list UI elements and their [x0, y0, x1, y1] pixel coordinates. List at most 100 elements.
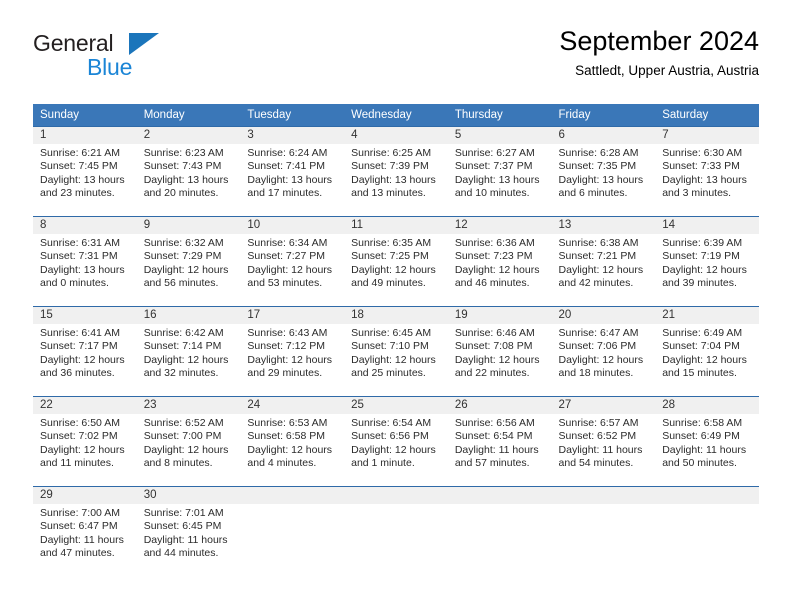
- day-details: Sunrise: 6:58 AM Sunset: 6:49 PM Daylight:…: [655, 414, 759, 470]
- sunset-text: Sunset: 6:58 PM: [247, 430, 326, 443]
- calendar-day-cell[interactable]: 22 Sunrise: 6:50 AM Sunset: 7:02 PM Dayligh…: [33, 396, 137, 487]
- sunrise-text: Sunrise: 6:36 AM: [454, 237, 535, 249]
- day-details: Sunrise: 6:52 AM Sunset: 7:00 PM Daylight:…: [137, 414, 241, 470]
- daylight-text: Daylight: 13 hours and 23 minutes.: [40, 173, 125, 199]
- calendar-day-cell[interactable]: 28 Sunrise: 6:58 AM Sunset: 6:49 PM Dayligh…: [655, 396, 759, 487]
- day-details: Sunrise: 6:35 AM Sunset: 7:25 PM Daylight:…: [344, 234, 448, 290]
- calendar-day-cell[interactable]: 10 Sunrise: 6:34 AM Sunset: 7:27 PM Dayligh…: [240, 216, 345, 307]
- calendar-day-cell[interactable]: 7 Sunrise: 6:30 AM Sunset: 7:33 PM Daylight…: [655, 126, 759, 217]
- calendar-day-cell[interactable]: 11 Sunrise: 6:35 AM Sunset: 7:25 PM Dayligh…: [344, 216, 448, 307]
- sunset-text: Sunset: 7:14 PM: [143, 340, 222, 353]
- day-cell-inner: 7 Sunrise: 6:30 AM Sunset: 7:33 PM Daylight…: [655, 127, 759, 216]
- calendar-day-cell[interactable]: 23 Sunrise: 6:52 AM Sunset: 7:00 PM Dayligh…: [136, 396, 241, 487]
- day-details: Sunrise: 6:28 AM Sunset: 7:35 PM Daylight:…: [552, 144, 656, 200]
- calendar-day-cell[interactable]: 19 Sunrise: 6:46 AM Sunset: 7:08 PM Dayligh…: [447, 306, 552, 397]
- calendar-day-cell[interactable]: 4 Sunrise: 6:25 AM Sunset: 7:39 PM Daylight…: [344, 126, 448, 217]
- sunset-text: Sunset: 6:49 PM: [662, 430, 740, 443]
- calendar-day-cell[interactable]: 29 Sunrise: 7:00 AM Sunset: 6:47 PM Dayligh…: [33, 486, 137, 576]
- calendar-day-cell[interactable]: 25 Sunrise: 6:54 AM Sunset: 6:56 PM Dayligh…: [344, 396, 448, 487]
- sunrise-text: Sunrise: 6:53 AM: [247, 417, 328, 429]
- daylight-text: Daylight: 13 hours and 6 minutes.: [558, 173, 644, 199]
- calendar-day-cell[interactable]: 15 Sunrise: 6:41 AM Sunset: 7:17 PM Dayligh…: [33, 306, 137, 397]
- day-cell-inner: [447, 487, 552, 576]
- sunset-text: Sunset: 7:33 PM: [662, 160, 740, 173]
- sunrise-text: Sunrise: 6:42 AM: [143, 327, 224, 339]
- day-number: 25: [344, 397, 448, 414]
- day-cell-inner: 24 Sunrise: 6:53 AM Sunset: 6:58 PM Dayligh…: [240, 397, 345, 486]
- daylight-text: Daylight: 12 hours and 15 minutes.: [662, 353, 747, 379]
- day-number: 14: [655, 217, 759, 234]
- daylight-text: Daylight: 11 hours and 50 minutes.: [662, 443, 747, 469]
- calendar-day-cell[interactable]: 24 Sunrise: 6:53 AM Sunset: 6:58 PM Dayligh…: [240, 396, 345, 487]
- calendar-day-cell[interactable]: 5 Sunrise: 6:27 AM Sunset: 7:37 PM Daylight…: [447, 126, 552, 217]
- daylight-text: Daylight: 12 hours and 56 minutes.: [143, 263, 229, 289]
- calendar-day-cell[interactable]: 18 Sunrise: 6:45 AM Sunset: 7:10 PM Dayligh…: [344, 306, 448, 397]
- sunset-text: Sunset: 7:39 PM: [351, 160, 429, 173]
- calendar-day-cell[interactable]: [344, 486, 448, 576]
- daylight-text: Daylight: 12 hours and 25 minutes.: [351, 353, 436, 379]
- day-cell-inner: 15 Sunrise: 6:41 AM Sunset: 7:17 PM Dayligh…: [33, 307, 137, 396]
- calendar-day-cell[interactable]: 12 Sunrise: 6:36 AM Sunset: 7:23 PM Dayligh…: [447, 216, 552, 307]
- day-number: 3: [240, 127, 345, 144]
- calendar-day-cell[interactable]: 20 Sunrise: 6:47 AM Sunset: 7:06 PM Dayligh…: [551, 306, 656, 397]
- calendar-day-cell[interactable]: [655, 486, 759, 576]
- calendar-day-cell[interactable]: 17 Sunrise: 6:43 AM Sunset: 7:12 PM Dayligh…: [240, 306, 345, 397]
- calendar-day-cell[interactable]: 13 Sunrise: 6:38 AM Sunset: 7:21 PM Dayligh…: [551, 216, 656, 307]
- day-number: 11: [344, 217, 448, 234]
- day-cell-inner: [240, 487, 345, 576]
- day-number: [655, 487, 759, 504]
- day-details: Sunrise: 6:47 AM Sunset: 7:06 PM Daylight:…: [552, 324, 656, 380]
- general-blue-logo[interactable]: General Blue: [33, 30, 223, 90]
- day-details: [552, 504, 656, 507]
- day-number: 4: [344, 127, 448, 144]
- sunset-text: Sunset: 7:17 PM: [40, 340, 118, 353]
- calendar-day-cell[interactable]: [240, 486, 345, 576]
- day-cell-inner: 11 Sunrise: 6:35 AM Sunset: 7:25 PM Dayligh…: [344, 217, 448, 306]
- sunset-text: Sunset: 7:23 PM: [454, 250, 533, 263]
- calendar-day-cell[interactable]: 2 Sunrise: 6:23 AM Sunset: 7:43 PM Daylight…: [136, 126, 241, 217]
- sunrise-text: Sunrise: 6:27 AM: [454, 147, 535, 159]
- sunrise-text: Sunrise: 6:58 AM: [662, 417, 743, 429]
- day-cell-inner: 2 Sunrise: 6:23 AM Sunset: 7:43 PM Daylight…: [136, 127, 241, 216]
- daylight-text: Daylight: 13 hours and 0 minutes.: [40, 263, 125, 289]
- day-number: 20: [551, 307, 656, 324]
- daylight-text: Daylight: 12 hours and 32 minutes.: [143, 353, 229, 379]
- day-details: [448, 504, 552, 507]
- sunset-text: Sunset: 7:10 PM: [351, 340, 429, 353]
- calendar-week-row: 29 Sunrise: 7:00 AM Sunset: 6:47 PM Dayligh…: [33, 486, 759, 576]
- page-subtitle: Sattledt, Upper Austria, Austria: [575, 63, 759, 78]
- sunset-text: Sunset: 7:41 PM: [247, 160, 326, 173]
- calendar-day-cell[interactable]: 8 Sunrise: 6:31 AM Sunset: 7:31 PM Daylight…: [33, 216, 137, 307]
- sunrise-text: Sunrise: 6:57 AM: [558, 417, 639, 429]
- calendar-day-cell[interactable]: 16 Sunrise: 6:42 AM Sunset: 7:14 PM Dayligh…: [136, 306, 241, 397]
- calendar-page: General Blue September 2024 Sattledt, Up…: [0, 0, 792, 612]
- calendar-week-row: 15 Sunrise: 6:41 AM Sunset: 7:17 PM Dayligh…: [33, 306, 759, 397]
- day-cell-inner: 22 Sunrise: 6:50 AM Sunset: 7:02 PM Dayligh…: [33, 397, 137, 486]
- calendar-day-cell[interactable]: 14 Sunrise: 6:39 AM Sunset: 7:19 PM Dayligh…: [655, 216, 759, 307]
- day-cell-inner: [655, 487, 759, 576]
- calendar-day-cell[interactable]: 21 Sunrise: 6:49 AM Sunset: 7:04 PM Dayligh…: [655, 306, 759, 397]
- day-cell-inner: 23 Sunrise: 6:52 AM Sunset: 7:00 PM Dayligh…: [136, 397, 241, 486]
- sunrise-text: Sunrise: 6:38 AM: [558, 237, 639, 249]
- day-cell-inner: 17 Sunrise: 6:43 AM Sunset: 7:12 PM Dayligh…: [240, 307, 345, 396]
- day-details: Sunrise: 6:53 AM Sunset: 6:58 PM Daylight:…: [240, 414, 344, 470]
- sunrise-text: Sunrise: 6:39 AM: [662, 237, 743, 249]
- day-cell-inner: 10 Sunrise: 6:34 AM Sunset: 7:27 PM Dayligh…: [240, 217, 345, 306]
- day-cell-inner: 19 Sunrise: 6:46 AM Sunset: 7:08 PM Dayligh…: [447, 307, 552, 396]
- calendar-day-cell[interactable]: 27 Sunrise: 6:57 AM Sunset: 6:52 PM Dayligh…: [551, 396, 656, 487]
- calendar-day-cell[interactable]: 30 Sunrise: 7:01 AM Sunset: 6:45 PM Dayligh…: [136, 486, 241, 576]
- day-cell-inner: 14 Sunrise: 6:39 AM Sunset: 7:19 PM Dayligh…: [655, 217, 759, 306]
- sunset-text: Sunset: 7:08 PM: [454, 340, 533, 353]
- calendar-day-cell[interactable]: 26 Sunrise: 6:56 AM Sunset: 6:54 PM Dayligh…: [447, 396, 552, 487]
- sunrise-text: Sunrise: 6:41 AM: [40, 327, 120, 339]
- calendar-day-cell[interactable]: 1 Sunrise: 6:21 AM Sunset: 7:45 PM Daylight…: [33, 126, 137, 217]
- calendar-day-cell[interactable]: 6 Sunrise: 6:28 AM Sunset: 7:35 PM Daylight…: [551, 126, 656, 217]
- day-details: Sunrise: 6:27 AM Sunset: 7:37 PM Daylight:…: [448, 144, 552, 200]
- calendar-day-cell[interactable]: 9 Sunrise: 6:32 AM Sunset: 7:29 PM Daylight…: [136, 216, 241, 307]
- sunset-text: Sunset: 7:37 PM: [454, 160, 533, 173]
- calendar-day-cell[interactable]: 3 Sunrise: 6:24 AM Sunset: 7:41 PM Daylight…: [240, 126, 345, 217]
- calendar-day-cell[interactable]: [447, 486, 552, 576]
- daylight-text: Daylight: 13 hours and 17 minutes.: [247, 173, 333, 199]
- day-details: Sunrise: 6:56 AM Sunset: 6:54 PM Daylight:…: [448, 414, 552, 470]
- calendar-day-cell[interactable]: [551, 486, 656, 576]
